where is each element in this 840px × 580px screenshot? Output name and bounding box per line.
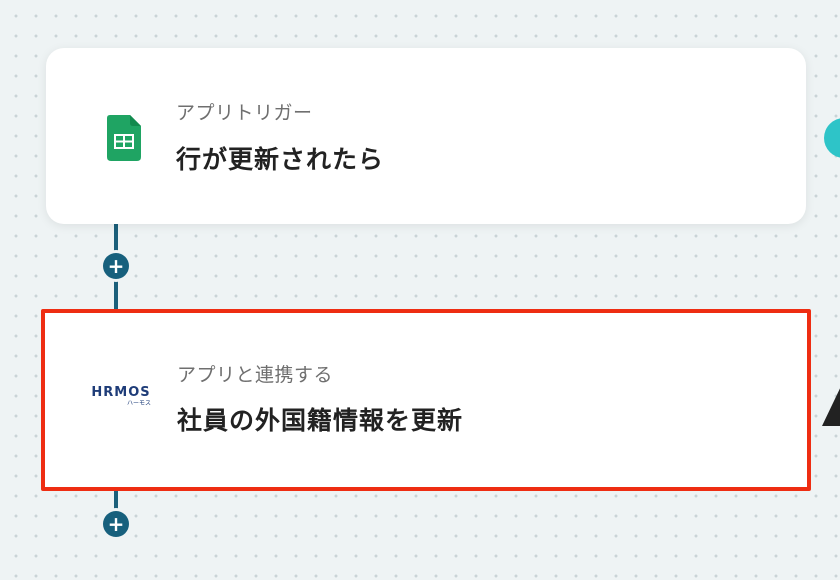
action-step-card[interactable]: HRMOS ハーモス アプリと連携する 社員の外国籍情報を更新 xyxy=(41,309,811,491)
hrmos-logo: HRMOS ハーモス xyxy=(91,385,151,407)
google-sheets-icon xyxy=(96,110,152,166)
side-action-icon[interactable] xyxy=(824,118,840,158)
action-category-label: アプリと連携する xyxy=(177,364,334,386)
action-name: 社員の外国籍情報を更新 xyxy=(177,406,464,435)
trigger-step-card[interactable]: アプリトリガー 行が更新されたら xyxy=(46,48,806,224)
add-step-button-bottom[interactable]: + xyxy=(103,511,129,537)
plus-icon: + xyxy=(107,254,125,278)
warning-icon xyxy=(822,380,840,426)
plus-icon: + xyxy=(107,512,125,536)
trigger-category-label: アプリトリガー xyxy=(176,102,313,124)
trigger-name: 行が更新されたら xyxy=(176,145,385,174)
add-step-button[interactable]: + xyxy=(103,253,129,279)
